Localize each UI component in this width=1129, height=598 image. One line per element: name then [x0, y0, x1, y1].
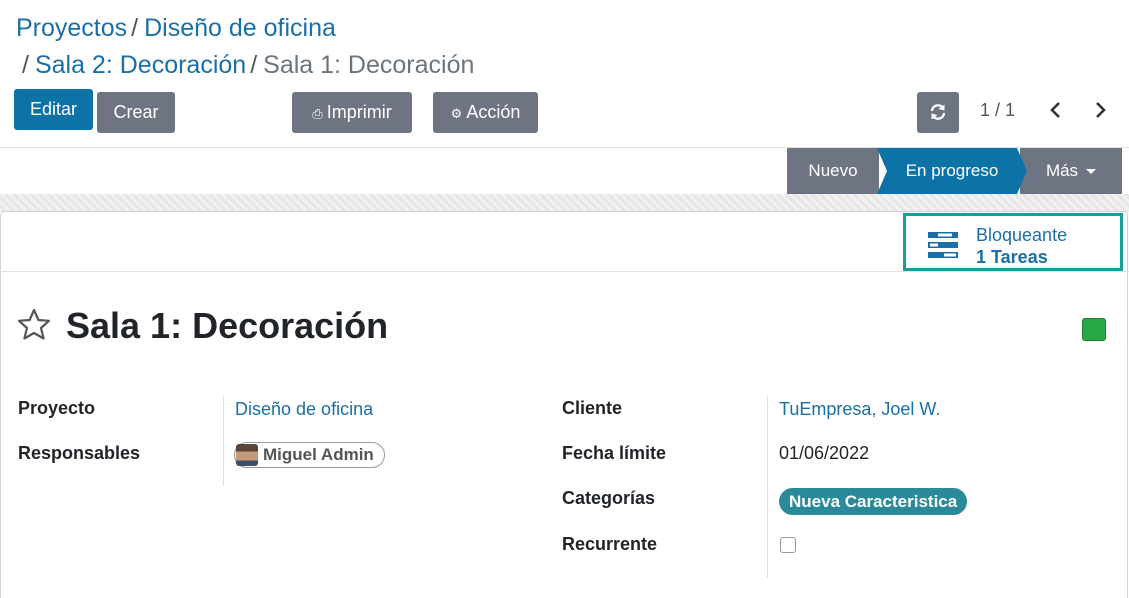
breadcrumb-line-2: / Sala 2: Decoración / Sala 1: Decoración: [22, 50, 474, 80]
divider: [0, 147, 1129, 148]
customer-label: Cliente: [562, 398, 623, 418]
stage-more-label: Más: [1045, 161, 1079, 180]
category-tag[interactable]: Nueva Caracteristica: [779, 488, 968, 515]
recurring-checkbox[interactable]: [780, 537, 796, 553]
deadline-field[interactable]: 01/06/2022: [779, 443, 869, 464]
tags-label: Categorías: [562, 488, 656, 508]
button-box-divider: [0, 271, 1129, 272]
refresh-icon: [930, 104, 946, 120]
chevron-right-icon[interactable]: [1090, 98, 1110, 122]
project-field[interactable]: Diseño de oficina: [235, 399, 373, 420]
breadcrumb-office-design[interactable]: Diseño de oficina: [144, 14, 336, 42]
pager-value[interactable]: 1 / 1: [980, 100, 1015, 121]
stage-more-dropdown[interactable]: Más: [1020, 148, 1122, 194]
avatar: [236, 444, 258, 466]
breadcrumb-separator: /: [250, 51, 258, 79]
edit-button[interactable]: Editar: [14, 89, 93, 130]
stage-in-progress[interactable]: En progreso: [877, 148, 1027, 194]
breadcrumb-room2[interactable]: Sala 2: Decoración: [35, 51, 246, 79]
action-label: Acción: [466, 102, 521, 122]
smart-button-label: Bloqueante: [976, 225, 1068, 245]
assignees-label: Responsables: [18, 443, 141, 463]
gear-icon: ⚙: [450, 106, 463, 121]
page-title[interactable]: Sala 1: Decoración: [66, 305, 388, 347]
project-label: Proyecto: [18, 398, 96, 418]
print-icon: ⎙: [312, 106, 323, 121]
column-divider: [223, 396, 224, 486]
blocking-tasks-smart-button[interactable]: Bloqueante 1 Tareas: [903, 213, 1123, 271]
chevron-left-icon[interactable]: [1046, 98, 1066, 122]
column-divider: [767, 396, 768, 578]
tasks-icon: [928, 232, 958, 258]
form-background: [0, 194, 1129, 212]
print-button[interactable]: ⎙ Imprimir: [292, 92, 412, 133]
reload-button[interactable]: [917, 92, 959, 133]
breadcrumb-separator: /: [22, 51, 29, 79]
breadcrumb-projects[interactable]: Proyectos: [16, 14, 127, 42]
action-button[interactable]: ⚙ Acción: [433, 92, 538, 133]
print-label: Imprimir: [326, 102, 392, 122]
caret-down-icon: [1086, 169, 1097, 175]
star-icon[interactable]: [16, 307, 52, 343]
kanban-state-indicator[interactable]: [1082, 318, 1106, 341]
smart-button-count: 1 Tareas: [976, 247, 1048, 267]
breadcrumb: Proyectos / Diseño de oficina: [16, 13, 336, 43]
create-button[interactable]: Crear: [97, 92, 175, 133]
recurring-label: Recurrente: [562, 534, 658, 554]
breadcrumb-current: Sala 1: Decoración: [263, 51, 475, 79]
deadline-label: Fecha límite: [562, 443, 667, 463]
customer-field[interactable]: TuEmpresa, Joel W.: [779, 399, 940, 420]
breadcrumb-separator: /: [131, 14, 139, 42]
stage-new[interactable]: Nuevo: [787, 148, 879, 194]
